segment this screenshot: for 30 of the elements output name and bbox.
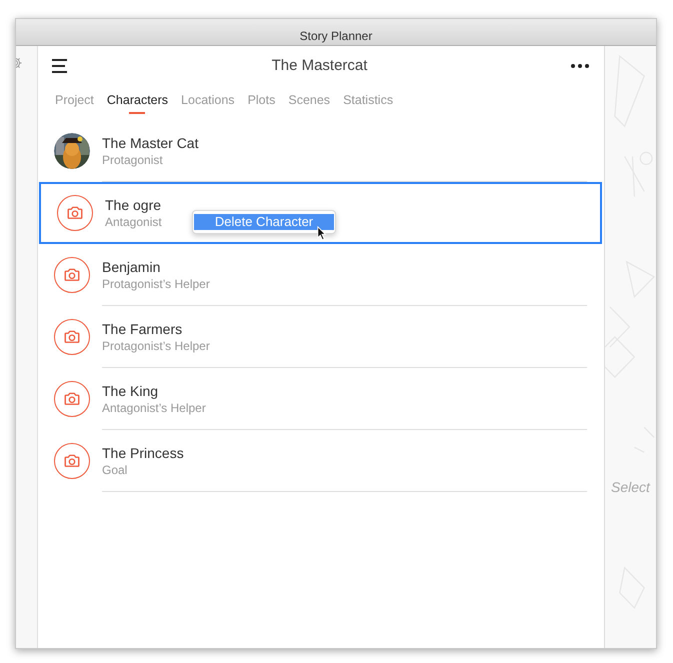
character-name: The ogre [105,196,162,214]
character-name: The Princess [102,444,184,462]
camera-icon [54,257,90,293]
character-row[interactable]: The ogre Antagonist Delete Character [39,182,602,244]
character-role: Protagonist [102,152,164,168]
character-role: Protagonist’s Helper [102,338,210,354]
character-name: The Farmers [102,320,184,338]
camera-icon [54,443,90,479]
tab-underline [129,112,146,114]
character-row[interactable]: The Master Cat Protagonist [38,120,604,182]
camera-icon [54,381,90,417]
camera-icon [57,195,93,231]
character-row[interactable]: The King Antagonist’s Helper [38,368,604,430]
character-name: The King [102,382,160,400]
character-row[interactable]: The Princess Goal [38,430,604,492]
document-title: The Mastercat [272,57,368,74]
character-role: Antagonist [105,214,162,230]
character-name: The Master Cat [102,134,198,152]
select-hint: Select [611,478,652,497]
camera-icon [54,319,90,355]
menu-icon[interactable] [52,58,68,74]
cursor-icon [317,226,327,241]
window-title: Story Planner [300,28,372,44]
character-role: Protagonist’s Helper [102,276,210,292]
character-role: Antagonist’s Helper [102,400,206,416]
character-role: Goal [102,462,128,478]
character-row[interactable]: The Farmers Protagonist’s Helper [38,306,604,368]
character-row[interactable]: Benjamin Protagonist’s Helper [38,244,604,306]
tab[interactable]: Characters [106,90,168,110]
character-name: Benjamin [102,258,162,276]
